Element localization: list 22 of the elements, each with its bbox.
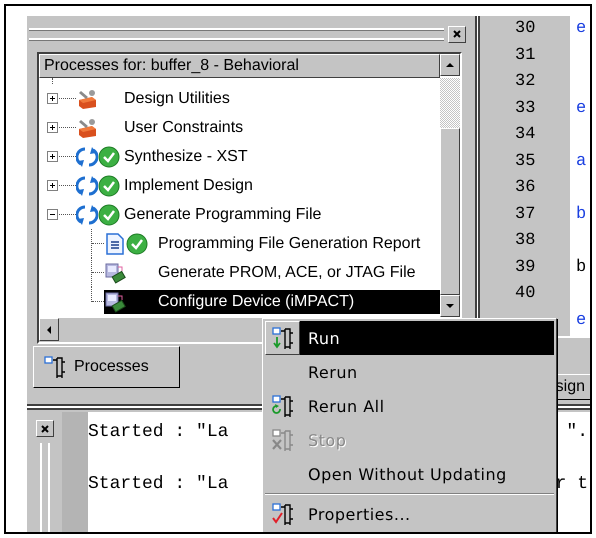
line-number: 39 (515, 258, 536, 276)
code-text: e (576, 19, 586, 38)
line-number: 36 (515, 178, 536, 197)
console-line: r t (556, 474, 589, 496)
code-text: b (576, 204, 586, 224)
code-text: a (576, 152, 586, 170)
code-text: e (576, 98, 586, 118)
code-text: b (576, 258, 586, 276)
line-number: 35 (515, 152, 536, 170)
line-number: 40 (515, 284, 536, 303)
line-number: 31 (515, 46, 536, 64)
line-number: 38 (515, 231, 536, 250)
line-number: 37 (515, 204, 536, 224)
console-line: ". (566, 422, 589, 444)
console-line: Started : "La (88, 474, 228, 496)
line-number: 30 (515, 19, 536, 38)
line-number: 34 (515, 125, 536, 144)
console-line: Started : "La (88, 422, 228, 444)
code-text: e (576, 310, 586, 330)
line-number: 33 (515, 98, 536, 118)
tree-header: Processes for: buffer_8 - Behavioral (39, 54, 440, 78)
line-number: 32 (515, 72, 536, 91)
